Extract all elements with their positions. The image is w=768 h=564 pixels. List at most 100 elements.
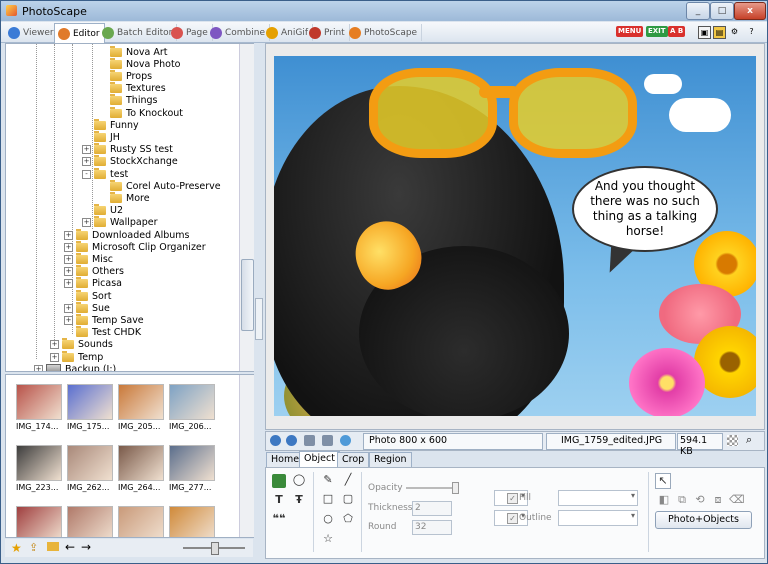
grid-icon[interactable] <box>727 435 738 446</box>
tree-folder-item[interactable]: More <box>110 191 150 204</box>
back-arrow-icon[interactable]: ← <box>65 540 75 554</box>
insert-photo-icon[interactable] <box>272 474 286 488</box>
photo-thumbnail[interactable]: IMG_174... <box>16 384 62 431</box>
favorite-star-icon[interactable]: ★ <box>11 541 22 555</box>
thumbnail-scrollbar[interactable] <box>239 375 254 537</box>
tree-folder-item[interactable]: JH <box>94 130 120 143</box>
open-folder-icon[interactable] <box>47 542 59 551</box>
tree-scrollbar-thumb[interactable] <box>241 259 254 331</box>
outline-color-dropdown[interactable] <box>558 510 638 526</box>
expand-icon[interactable]: + <box>64 267 73 277</box>
pentagon-icon[interactable]: ⬠ <box>341 512 355 526</box>
object-copy-icon[interactable]: ⧉ <box>675 493 689 507</box>
tree-folder-item[interactable]: Things <box>110 94 157 107</box>
text-tool-icon[interactable]: T <box>272 493 286 507</box>
rectangle-icon[interactable]: □ <box>321 492 335 506</box>
thickness-spinner[interactable]: 2 <box>412 501 452 516</box>
photo-thumbnail[interactable]: IMG_264... <box>118 445 164 492</box>
fill-checkbox[interactable]: ✓ <box>507 493 518 504</box>
object-delete-icon[interactable]: ⌫ <box>729 493 745 507</box>
flip-horizontal-icon[interactable] <box>304 435 315 446</box>
expand-icon[interactable]: + <box>34 364 43 371</box>
tab-crop[interactable]: Crop <box>337 452 370 468</box>
brush-icon[interactable]: ✎ <box>321 473 335 487</box>
folder-icon[interactable]: ▤ <box>713 26 726 39</box>
tree-folder-item[interactable]: + Sue <box>64 301 110 314</box>
opacity-slider-knob[interactable] <box>452 482 459 494</box>
tree-folder-item[interactable]: Nova Art <box>110 45 168 58</box>
object-layer-icon[interactable]: ◧ <box>657 493 671 507</box>
tab-print[interactable]: Print <box>306 24 350 41</box>
photo-thumbnail[interactable]: IMG_262... <box>67 445 113 492</box>
exit-button[interactable]: EXIT <box>646 26 668 37</box>
object-rotate-icon[interactable]: ⟲ <box>693 493 707 507</box>
rotate-right-icon[interactable] <box>286 435 297 446</box>
splitter-grip[interactable] <box>255 298 263 340</box>
tree-folder-item[interactable]: - test <box>82 167 128 180</box>
tree-folder-item[interactable]: + StockXchange <box>82 155 178 168</box>
tree-folder-item[interactable]: + Temp <box>50 350 103 363</box>
rotate-left-icon[interactable] <box>270 435 281 446</box>
expand-icon[interactable]: + <box>64 303 73 313</box>
tree-folder-item[interactable]: Props <box>110 69 152 82</box>
expand-icon[interactable]: + <box>64 279 73 289</box>
tree-folder-item[interactable]: + Rusty SS test <box>82 143 173 156</box>
flip-vertical-icon[interactable] <box>322 435 333 446</box>
menu-button[interactable]: MENU <box>616 26 644 37</box>
forward-arrow-icon[interactable]: → <box>81 540 91 554</box>
tree-folder-item[interactable]: + Temp Save <box>64 313 144 326</box>
expand-icon[interactable]: + <box>64 242 73 252</box>
globe-icon[interactable] <box>340 435 351 446</box>
speech-bubble[interactable]: And you thought there was no such thing … <box>572 166 718 252</box>
photo-thumbnail[interactable] <box>67 506 113 537</box>
tree-folder-item[interactable]: + Sounds <box>50 338 113 351</box>
tree-folder-item[interactable]: Funny <box>94 118 139 131</box>
tab-region[interactable]: Region <box>369 452 412 468</box>
image-canvas[interactable]: And you thought there was no such thing … <box>265 43 765 430</box>
tree-folder-item[interactable]: Corel Auto-Preserve <box>110 179 221 192</box>
tree-folder-item[interactable]: Textures <box>110 82 166 95</box>
tree-folder-item[interactable]: + Picasa <box>64 277 122 290</box>
tree-folder-item[interactable]: U2 <box>94 204 123 217</box>
fill-color-dropdown[interactable] <box>558 490 638 506</box>
tree-folder-item[interactable]: + Others <box>64 265 124 278</box>
tree-folder-item[interactable]: To Knockout <box>110 106 183 119</box>
expand-icon[interactable]: + <box>50 340 59 350</box>
tree-folder-item[interactable]: Nova Photo <box>110 57 180 70</box>
tree-folder-item[interactable]: Test CHDK <box>76 326 141 339</box>
collapse-icon[interactable]: - <box>82 169 91 179</box>
round-spinner[interactable]: 32 <box>412 520 452 535</box>
speech-balloon-icon[interactable]: ◯ <box>292 473 306 487</box>
tree-folder-item[interactable]: + Downloaded Albums <box>64 228 190 241</box>
opacity-slider[interactable] <box>406 487 456 489</box>
line-icon[interactable]: ╱ <box>341 473 355 487</box>
photo-thumbnail[interactable]: IMG_277... <box>169 445 215 492</box>
minimize-button[interactable]: _ <box>686 2 710 20</box>
window-icon[interactable]: ▣ <box>698 26 711 39</box>
zoom-icon[interactable]: ⌕ <box>746 433 752 447</box>
ellipse-icon[interactable]: ○ <box>321 512 335 526</box>
edited-photo[interactable]: And you thought there was no such thing … <box>274 56 756 416</box>
photo-thumbnail[interactable]: IMG_205... <box>118 384 164 431</box>
tree-folder-item[interactable]: + Wallpaper <box>82 216 158 229</box>
photo-thumbnail[interactable] <box>169 506 215 537</box>
help-icon[interactable]: ? <box>746 26 757 37</box>
expand-icon[interactable]: + <box>64 315 73 325</box>
tree-folder-item[interactable]: Sort <box>76 289 111 302</box>
tree-folder-item[interactable]: + Misc <box>64 252 113 265</box>
expand-icon[interactable]: + <box>64 230 73 240</box>
tab-combine[interactable]: Combine <box>207 24 271 41</box>
tree-scrollbar[interactable] <box>239 44 254 371</box>
photo-thumbnail[interactable]: IMG_223... <box>16 445 62 492</box>
quote-icon[interactable]: ❝❝ <box>272 512 286 526</box>
expand-icon[interactable]: + <box>82 218 91 228</box>
expand-icon[interactable]: + <box>82 145 91 155</box>
pane-splitter[interactable] <box>254 43 263 558</box>
select-arrow-icon[interactable]: ↖ <box>655 473 671 489</box>
close-button[interactable]: x <box>734 2 766 20</box>
rounded-rectangle-icon[interactable]: ▢ <box>341 492 355 506</box>
tab-editor[interactable]: Editor <box>54 23 105 43</box>
photo-thumbnail[interactable] <box>118 506 164 537</box>
expand-icon[interactable]: + <box>64 254 73 264</box>
folder-up-icon[interactable]: ⇪ <box>29 541 38 554</box>
